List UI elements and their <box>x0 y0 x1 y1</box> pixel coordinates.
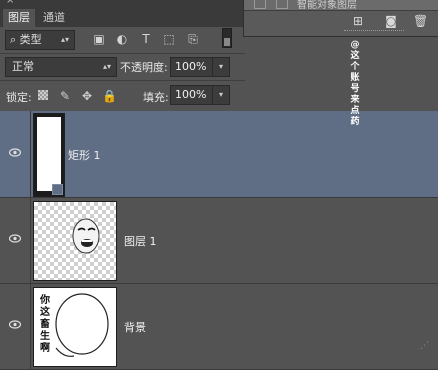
layer-row-background[interactable]: 你 这 畜 生 啊 背景 <box>0 283 438 370</box>
layer-thumbnail <box>33 201 117 281</box>
fill-dropdown-button[interactable]: ▾ <box>212 85 230 105</box>
lock-transparent-pixels-icon[interactable] <box>38 90 48 100</box>
lock-image-pixels-icon[interactable]: ✎ <box>58 89 72 103</box>
filter-toggle[interactable] <box>222 28 232 48</box>
toggle-knob <box>224 38 230 46</box>
floating-panel-row-text: 智能对象图层 <box>297 0 357 11</box>
shape-filter-icon[interactable]: ⬚ <box>162 32 176 46</box>
blend-mode-value: 正常 <box>12 60 34 73</box>
close-icon[interactable]: × <box>6 0 14 6</box>
fill-label: 填充: <box>143 91 169 104</box>
lock-position-icon[interactable]: ✥ <box>80 89 94 103</box>
resize-grip-icon[interactable]: ⋰ <box>420 341 429 351</box>
layer-name[interactable]: 背景 <box>124 319 146 335</box>
layer-name[interactable]: 矩形 1 <box>68 147 101 163</box>
eye-icon[interactable] <box>9 320 21 329</box>
fill-input[interactable]: 100% <box>170 85 214 105</box>
eye-icon[interactable] <box>9 148 21 157</box>
panel-icon <box>254 0 266 9</box>
visibility-column[interactable] <box>0 197 31 283</box>
tab-channels[interactable]: 通道 <box>38 9 70 27</box>
eye-icon[interactable] <box>9 234 21 243</box>
lock-all-icon[interactable]: 🔒 <box>102 89 117 103</box>
thumb-bg-text: 你 这 畜 生 啊 <box>40 295 50 354</box>
search-icon: ⌕ <box>10 33 17 46</box>
opacity-dropdown-button[interactable]: ▾ <box>212 57 230 77</box>
pixel-filter-icon[interactable]: ▣ <box>92 32 106 46</box>
floating-panel: 智能对象图层 ⊞ ◙ 🗑 <box>243 0 438 37</box>
visibility-column[interactable] <box>0 111 31 197</box>
layers-list: 矩形 1 图层 1 你 这 畜 生 啊 背景 <box>0 111 438 370</box>
filter-kind-label: 类型 <box>19 33 42 46</box>
layer-thumb-icon <box>276 0 288 9</box>
floating-panel-row[interactable]: 智能对象图层 <box>244 0 438 11</box>
divider <box>0 53 245 54</box>
opacity-label: 不透明度: <box>120 61 168 74</box>
filter-kind-select[interactable]: ⌕ 类型 ▴▾ <box>5 30 75 50</box>
adjustment-filter-icon[interactable]: ◐ <box>115 32 129 46</box>
smart-object-filter-icon[interactable]: ⎘ <box>186 32 200 46</box>
layer-thumbnail: 你 这 畜 生 啊 <box>33 287 117 367</box>
divider <box>0 80 245 81</box>
layer-row-layer1[interactable]: 图层 1 <box>0 197 438 284</box>
lock-label: 锁定: <box>6 91 32 104</box>
type-filter-icon[interactable]: T <box>139 32 153 46</box>
layer-name[interactable]: 图层 1 <box>124 233 157 249</box>
chevron-updown-icon: ▴▾ <box>60 35 69 44</box>
blend-mode-select[interactable]: 正常 ▴▾ <box>5 57 117 77</box>
layer-thumbnail <box>33 113 65 197</box>
camera-icon[interactable]: ◙ <box>384 14 398 28</box>
meme-face-icon <box>72 218 100 254</box>
tab-layers[interactable]: 图层 <box>3 9 35 27</box>
chevron-updown-icon: ▴▾ <box>102 62 111 71</box>
visibility-column[interactable] <box>0 283 31 369</box>
divider <box>344 30 404 31</box>
new-layer-icon[interactable]: ⊞ <box>351 14 365 28</box>
opacity-input[interactable]: 100% <box>170 57 214 77</box>
trash-icon[interactable]: 🗑 <box>413 14 428 28</box>
watermark: @ 这 个 账 号 来 点 药 <box>350 40 360 127</box>
layer-row-rectangle[interactable]: 矩形 1 <box>0 111 438 198</box>
